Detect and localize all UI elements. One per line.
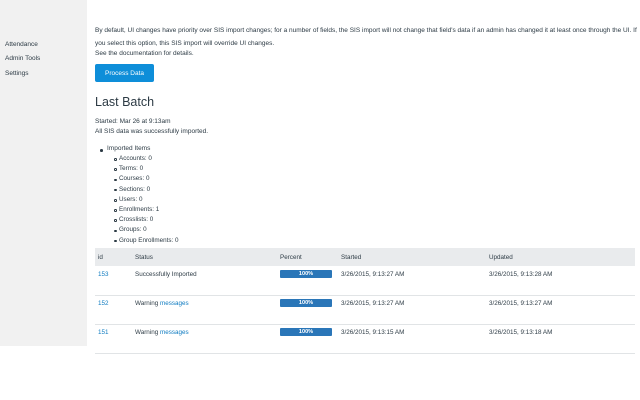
table-row: 151 Warning messages 100% 3/26/2015, 9:13:1…: [95, 324, 635, 354]
list-circle-bullet-icon: [114, 199, 117, 202]
list-bullet-icon: [100, 149, 103, 152]
left-sidebar: Attendance Admin Tools Settings: [0, 0, 87, 346]
progress-bar: 100%: [280, 328, 332, 336]
started-cell: 3/26/2015, 9:13:27 AM: [341, 300, 405, 307]
list-circle-bullet-icon: [114, 168, 117, 171]
progress-percent-label: 100%: [298, 271, 314, 277]
last-batch-heading: Last Batch: [95, 95, 155, 109]
batch-table-header: id Status Percent Started Updated: [95, 248, 635, 266]
column-header-percent: Percent: [280, 254, 302, 261]
list-circle-bullet-icon: [114, 209, 117, 212]
process-data-button[interactable]: Process Data: [95, 64, 154, 82]
imported-items-heading: Imported Items: [107, 145, 151, 152]
batch-id-link[interactable]: 151: [98, 329, 109, 336]
column-header-started: Started: [341, 254, 362, 261]
progress-bar: 100%: [280, 299, 332, 307]
progress-percent-label: 100%: [298, 329, 314, 335]
status-text: Warning: [135, 329, 159, 336]
list-circle-bullet-icon: [114, 188, 117, 192]
status-text: Warning: [135, 300, 159, 307]
messages-link[interactable]: messages: [160, 329, 189, 336]
list-circle-bullet-icon: [114, 229, 117, 233]
started-cell: 3/26/2015, 9:13:27 AM: [341, 271, 405, 278]
batch-id-link[interactable]: 153: [98, 271, 109, 278]
table-row: 153 Successfully Imported 100% 3/26/2015, 9…: [95, 266, 635, 296]
sidebar-item-admin-tools[interactable]: Admin Tools: [5, 55, 40, 62]
imported-item: Enrollments: 1: [119, 206, 160, 213]
status-text: Successfully Imported: [135, 271, 197, 278]
batch-started-text: Started: Mar 26 at 9:13am: [95, 118, 171, 125]
progress-percent-label: 100%: [298, 300, 314, 306]
status-cell: Warning messages: [135, 329, 189, 336]
intro-text-line-1: By default, UI changes have priority ove…: [95, 27, 637, 34]
updated-cell: 3/26/2015, 9:13:28 AM: [489, 271, 553, 278]
imported-item: Terms: 0: [119, 165, 144, 173]
updated-cell: 3/26/2015, 9:13:27 AM: [489, 300, 553, 307]
list-circle-bullet-icon: [114, 178, 117, 182]
intro-text-line-2: you select this option, this SIS import …: [95, 40, 275, 47]
column-header-status: Status: [135, 254, 153, 261]
sidebar-item-attendance[interactable]: Attendance: [5, 41, 38, 48]
list-circle-bullet-icon: [114, 158, 117, 161]
imported-item: Users: 0: [119, 195, 143, 203]
column-header-id: id: [98, 254, 103, 261]
imported-item: Group Enrollments: 0: [119, 236, 179, 244]
intro-text-line-3: See the documentation for details.: [95, 50, 194, 57]
imported-item: Sections: 0: [119, 185, 151, 193]
sidebar-item-settings[interactable]: Settings: [5, 70, 29, 77]
batch-status-message: All SIS data was successfully imported.: [95, 128, 209, 135]
imported-item: Groups: 0: [119, 226, 147, 234]
started-cell: 3/26/2015, 9:13:15 AM: [341, 329, 405, 336]
table-row: 152 Warning messages 100% 3/26/2015, 9:13:2…: [95, 295, 635, 325]
list-circle-bullet-icon: [114, 219, 117, 222]
imported-item: Crosslists: 0: [119, 216, 154, 224]
updated-cell: 3/26/2015, 9:13:18 AM: [489, 329, 553, 336]
progress-bar: 100%: [280, 270, 332, 278]
status-cell: Successfully Imported: [135, 271, 197, 278]
imported-item: Courses: 0: [119, 175, 150, 183]
main-content: By default, UI changes have priority ove…: [95, 0, 640, 400]
imported-item: Accounts: 0: [119, 155, 152, 162]
status-cell: Warning messages: [135, 300, 189, 307]
batch-id-link[interactable]: 152: [98, 300, 109, 307]
column-header-updated: Updated: [489, 254, 513, 261]
messages-link[interactable]: messages: [160, 300, 189, 307]
list-circle-bullet-icon: [114, 239, 117, 243]
